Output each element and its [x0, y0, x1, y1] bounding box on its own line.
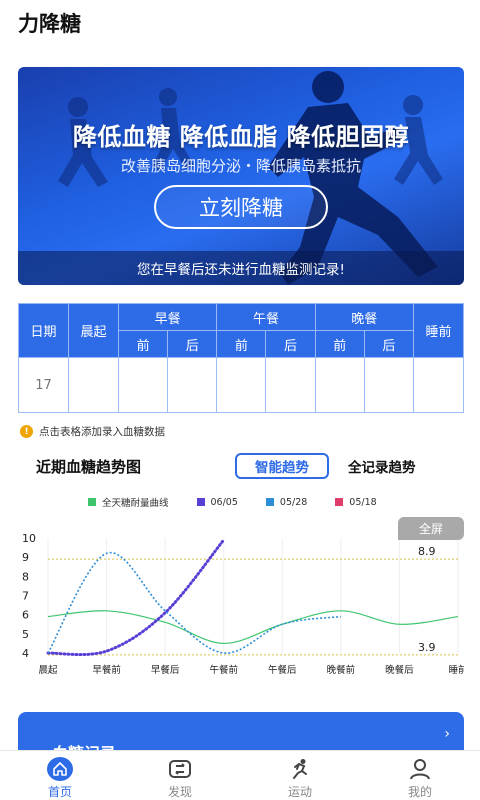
y-tick-label: 4 [22, 647, 29, 660]
y-tick-label: 9 [22, 551, 29, 564]
legend-label: 06/05 [210, 496, 238, 508]
tab-all-records-trend[interactable]: 全记录趋势 [348, 453, 416, 479]
header-breakfast-after: 后 [167, 330, 218, 358]
legend-swatch [88, 498, 96, 506]
cell-dinner-after[interactable] [363, 357, 415, 413]
promo-banner[interactable]: 降低血糖 降低血脂 降低胆固醇 改善胰岛细胞分泌・降低胰岛素抵抗 立刻降糖 您在… [18, 67, 464, 285]
nav-mine[interactable]: 我的 [360, 751, 480, 800]
nav-home[interactable]: 首页 [0, 751, 120, 800]
y-tick-label: 6 [22, 609, 29, 622]
x-tick-label: 午餐前 [209, 664, 238, 676]
tab-smart-trend[interactable]: 智能趋势 [235, 453, 329, 479]
legend-swatch [335, 498, 344, 506]
table-hint: ! 点击表格添加录入血糖数据 [20, 424, 165, 439]
header-breakfast-before: 前 [117, 330, 169, 358]
legend-swatch [196, 498, 205, 506]
legend-label: 05/18 [349, 496, 377, 508]
header-dinner-after: 后 [363, 330, 415, 358]
cell-wake[interactable] [68, 357, 119, 413]
x-tick-label: 晨起 [38, 665, 58, 676]
table-row[interactable]: 17 [18, 357, 464, 413]
hint-text: 点击表格添加录入血糖数据 [39, 426, 165, 438]
chart-legend: 全天糖耐量曲线 06/05 05/28 05/18 [88, 495, 405, 509]
legend-swatch [265, 498, 274, 506]
glucose-record-table[interactable]: 日期 晨起 早餐 午餐 晚餐 睡前 前 后 前 后 前 后 17 [18, 303, 464, 413]
header-date: 日期 [18, 303, 69, 358]
app-title: 力降糖 [18, 12, 81, 36]
legend-label: 05/28 [279, 496, 308, 508]
reference-label: 8.9 [418, 545, 436, 558]
header-dinner-before: 前 [314, 330, 365, 358]
chevron-right-icon: › [444, 726, 450, 742]
series-line [47, 610, 459, 645]
nav-sport-label: 运动 [287, 785, 312, 799]
discover-icon [167, 757, 193, 781]
reduce-sugar-button[interactable]: 立刻降糖 [154, 185, 328, 229]
cell-lunch-before[interactable] [216, 357, 267, 413]
legend-label: 全天糖耐量曲线 [102, 498, 169, 509]
x-tick-label: 早餐后 [151, 664, 180, 676]
glucose-trend-chart: 4 5 6 7 8 9 10 晨起 早餐前 早餐后 午餐前 午餐后 晚餐前 晚餐后 睡前 8.9 3.9 [22, 532, 464, 676]
cell-breakfast-after[interactable] [167, 357, 218, 413]
cell-date: 17 [18, 357, 69, 413]
nav-discover[interactable]: 发现 [120, 751, 240, 800]
banner-headline: 降低血糖 降低血脂 降低胆固醇 [72, 123, 410, 151]
trend-title: 近期血糖趋势图 [36, 458, 142, 476]
y-tick-label: 5 [22, 628, 29, 641]
header-lunch: 午餐 [216, 303, 316, 331]
y-tick-label: 7 [22, 590, 29, 603]
cell-lunch-after[interactable] [265, 357, 316, 413]
banner-subtitle: 改善胰岛细胞分泌・降低胰岛素抵抗 [120, 157, 361, 175]
nav-discover-label: 发现 [167, 785, 192, 799]
header-lunch-before: 前 [216, 330, 267, 358]
x-tick-label: 睡前 [448, 664, 464, 676]
cell-dinner-before[interactable] [314, 357, 365, 413]
legend-item[interactable]: 06/05 [196, 496, 238, 508]
y-tick-label: 8 [22, 570, 29, 583]
cell-breakfast-before[interactable] [117, 357, 169, 413]
legend-item[interactable]: 全天糖耐量曲线 [88, 495, 169, 509]
legend-item[interactable]: 05/18 [335, 496, 377, 508]
x-tick-label: 早餐前 [92, 664, 121, 676]
nav-mine-label: 我的 [407, 785, 432, 799]
bottom-nav: 首页 发现 运动 我的 [0, 750, 480, 800]
legend-item[interactable]: 05/28 [265, 496, 308, 508]
header-dinner: 晚餐 [314, 303, 415, 331]
run-icon [287, 757, 313, 781]
fullscreen-button[interactable]: 全屏 [398, 517, 464, 540]
monitoring-reminder: 您在早餐后还未进行血糖监测记录! [18, 251, 464, 285]
user-icon [407, 757, 433, 781]
info-icon: ! [20, 425, 33, 438]
x-tick-label: 晚餐前 [327, 664, 356, 676]
reference-label: 3.9 [418, 641, 436, 654]
nav-home-label: 首页 [47, 785, 72, 799]
header-wake: 晨起 [68, 303, 119, 358]
header-breakfast: 早餐 [117, 303, 218, 331]
cell-sleep[interactable] [413, 357, 464, 413]
header-sleep: 睡前 [413, 303, 464, 358]
series-line [47, 551, 341, 654]
nav-sport[interactable]: 运动 [240, 751, 360, 800]
y-tick-label: 10 [22, 532, 36, 545]
header-lunch-after: 后 [265, 330, 316, 358]
home-icon [47, 757, 73, 781]
x-tick-label: 晚餐后 [385, 664, 414, 676]
x-tick-label: 午餐后 [268, 664, 297, 676]
